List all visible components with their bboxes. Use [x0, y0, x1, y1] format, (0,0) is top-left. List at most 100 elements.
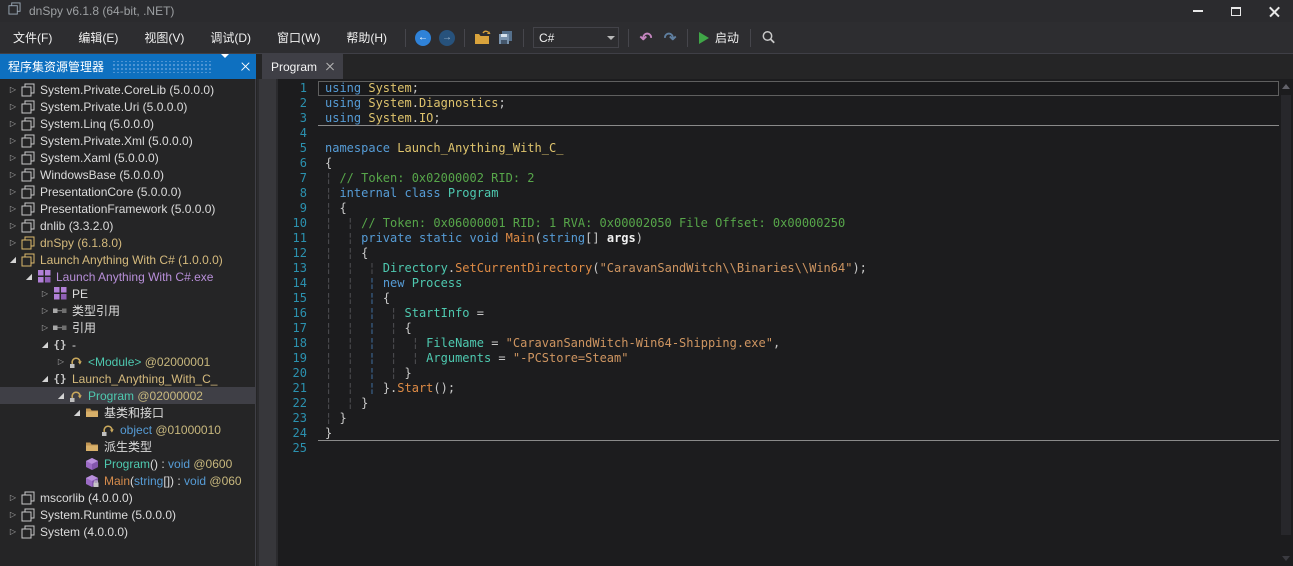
code-line[interactable]: ¦ ¦ ¦ new Process — [318, 276, 1279, 291]
expander-icon[interactable]: ▷ — [6, 510, 20, 519]
save-all-button[interactable] — [494, 26, 518, 50]
tree-item[interactable]: ▷System.Private.Uri (5.0.0.0) — [0, 98, 256, 115]
code-line[interactable] — [318, 126, 1279, 141]
navigate-back-button[interactable]: ← — [411, 26, 435, 50]
expander-icon[interactable]: ▷ — [6, 153, 20, 162]
panel-close-button[interactable] — [241, 58, 250, 76]
tree-item[interactable]: ◢{}Launch_Anything_With_C_ — [0, 370, 256, 387]
scroll-up-arrow-icon[interactable] — [1282, 84, 1290, 89]
language-combobox[interactable]: C# — [533, 27, 619, 48]
code-line[interactable]: using System; — [318, 81, 1279, 96]
code-line[interactable]: { — [318, 156, 1279, 171]
expander-icon[interactable]: ▷ — [6, 102, 20, 111]
expander-icon[interactable]: ▷ — [54, 357, 68, 366]
code-line[interactable]: ¦ ¦ ¦ }.Start(); — [318, 381, 1279, 396]
close-button[interactable] — [1255, 0, 1293, 22]
code-line[interactable]: namespace Launch_Anything_With_C_ — [318, 141, 1279, 156]
expander-icon[interactable]: ◢ — [70, 408, 84, 417]
menu-view[interactable]: 视图(V) — [131, 22, 197, 54]
expander-icon[interactable]: ▷ — [6, 136, 20, 145]
tree-item[interactable]: ▷PE — [0, 285, 256, 302]
open-file-button[interactable] — [470, 26, 494, 50]
code-line[interactable]: ¦ ¦ ¦ ¦ StartInfo = — [318, 306, 1279, 321]
expander-icon[interactable]: ◢ — [54, 391, 68, 400]
assembly-explorer-header[interactable]: 程序集资源管理器 — [0, 54, 256, 79]
tree-item[interactable]: ▷System.Linq (5.0.0.0) — [0, 115, 256, 132]
tree-item[interactable]: ▷mscorlib (4.0.0.0) — [0, 489, 256, 506]
expander-icon[interactable]: ◢ — [6, 255, 20, 264]
expander-icon[interactable]: ◢ — [22, 272, 36, 281]
menu-help[interactable]: 帮助(H) — [333, 22, 400, 54]
menu-window[interactable]: 窗口(W) — [264, 22, 333, 54]
tree-item[interactable]: ▷System.Private.CoreLib (5.0.0.0) — [0, 81, 256, 98]
expander-icon[interactable]: ▷ — [6, 238, 20, 247]
code-line[interactable]: ¦ // Token: 0x02000002 RID: 2 — [318, 171, 1279, 186]
code-line[interactable]: } — [318, 426, 1279, 441]
expander-icon[interactable]: ◢ — [38, 374, 52, 383]
tree-item[interactable]: Main(string[]) : void @060 — [0, 472, 256, 489]
tree-item[interactable]: ▷WindowsBase (5.0.0.0) — [0, 166, 256, 183]
code-line[interactable]: ¦ internal class Program — [318, 186, 1279, 201]
menu-debug[interactable]: 调试(D) — [197, 22, 264, 54]
code-line[interactable]: ¦ ¦ // Token: 0x06000001 RID: 1 RVA: 0x0… — [318, 216, 1279, 231]
navigate-forward-button[interactable]: → — [435, 26, 459, 50]
expander-icon[interactable]: ▷ — [6, 85, 20, 94]
menu-file[interactable]: 文件(F) — [0, 22, 65, 54]
tree-item[interactable]: ◢基类和接口 — [0, 404, 256, 421]
expander-icon[interactable]: ▷ — [6, 204, 20, 213]
tab-program[interactable]: Program — [262, 54, 343, 79]
search-button[interactable] — [756, 26, 780, 50]
code-line[interactable]: ¦ { — [318, 201, 1279, 216]
code-line[interactable]: ¦ ¦ ¦ Directory.SetCurrentDirectory("Car… — [318, 261, 1279, 276]
tree-item[interactable]: ▷dnlib (3.3.2.0) — [0, 217, 256, 234]
code-line[interactable]: ¦ ¦ } — [318, 396, 1279, 411]
tree-item[interactable]: object @01000010 — [0, 421, 256, 438]
code-line[interactable]: ¦ ¦ { — [318, 246, 1279, 261]
menu-edit[interactable]: 编辑(E) — [65, 22, 131, 54]
code-line[interactable]: ¦ ¦ private static void Main(string[] ar… — [318, 231, 1279, 246]
combobox-dropdown-button[interactable] — [603, 28, 618, 47]
scroll-down-arrow-icon[interactable] — [1282, 556, 1290, 561]
tree-item[interactable]: ▷System.Runtime (5.0.0.0) — [0, 506, 256, 523]
code-line[interactable]: ¦ ¦ ¦ ¦ ¦ FileName = "CaravanSandWitch-W… — [318, 336, 1279, 351]
tab-close-icon[interactable] — [326, 63, 334, 71]
code-pane[interactable]: using System;using System.Diagnostics;us… — [318, 79, 1279, 566]
undo-button[interactable]: ↶ — [634, 26, 658, 50]
redo-button[interactable]: ↷ — [658, 26, 682, 50]
code-line[interactable]: using System.Diagnostics; — [318, 96, 1279, 111]
tree-item[interactable]: ◢Program @02000002 — [0, 387, 256, 404]
expander-icon[interactable]: ▷ — [6, 221, 20, 230]
expander-icon[interactable]: ▷ — [6, 170, 20, 179]
editor-vertical-scrollbar[interactable] — [1279, 79, 1293, 566]
code-line[interactable] — [318, 441, 1279, 456]
expander-icon[interactable]: ◢ — [38, 340, 52, 349]
expander-icon[interactable]: ▷ — [38, 289, 52, 298]
expander-icon[interactable]: ▷ — [6, 119, 20, 128]
code-line[interactable]: ¦ ¦ ¦ ¦ } — [318, 366, 1279, 381]
minimize-button[interactable] — [1179, 0, 1217, 22]
expander-icon[interactable]: ▷ — [6, 527, 20, 536]
code-line[interactable]: ¦ } — [318, 411, 1279, 426]
start-debug-button[interactable]: 启动 — [693, 26, 745, 50]
expander-icon[interactable]: ▷ — [38, 306, 52, 315]
maximize-button[interactable] — [1217, 0, 1255, 22]
scrollbar-thumb[interactable] — [1281, 95, 1291, 535]
tree-item[interactable]: ▷System.Private.Xml (5.0.0.0) — [0, 132, 256, 149]
tree-item[interactable]: Program() : void @0600 — [0, 455, 256, 472]
code-line[interactable]: ¦ ¦ ¦ ¦ { — [318, 321, 1279, 336]
tree-item[interactable]: 派生类型 — [0, 438, 256, 455]
tree-item[interactable]: ▷System (4.0.0.0) — [0, 523, 256, 540]
tree-item[interactable]: ▷<Module> @02000001 — [0, 353, 256, 370]
tree-item[interactable]: ▷PresentationCore (5.0.0.0) — [0, 183, 256, 200]
code-line[interactable]: ¦ ¦ ¦ ¦ ¦ Arguments = "-PCStore=Steam" — [318, 351, 1279, 366]
tree-item[interactable]: ▷类型引用 — [0, 302, 256, 319]
code-line[interactable]: ¦ ¦ ¦ { — [318, 291, 1279, 306]
tree-item[interactable]: ◢Launch Anything With C# (1.0.0.0) — [0, 251, 256, 268]
tree-item[interactable]: ◢{}- — [0, 336, 256, 353]
expander-icon[interactable]: ▷ — [6, 493, 20, 502]
tree-item[interactable]: ▷dnSpy (6.1.8.0) — [0, 234, 256, 251]
scrollbar-thumb[interactable] — [259, 79, 276, 566]
expander-icon[interactable]: ▷ — [6, 187, 20, 196]
expander-icon[interactable]: ▷ — [38, 323, 52, 332]
tree-item[interactable]: ▷System.Xaml (5.0.0.0) — [0, 149, 256, 166]
